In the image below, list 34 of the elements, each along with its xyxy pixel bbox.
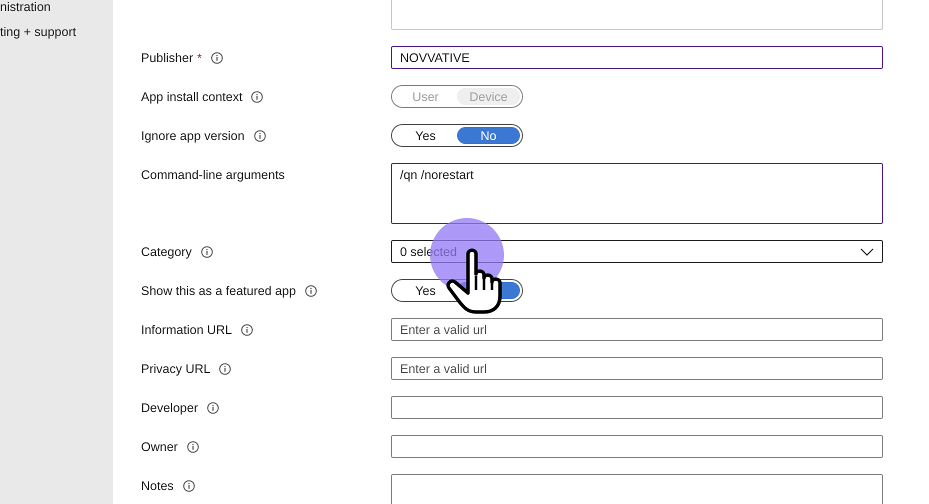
input-field[interactable]: Enter a valid url [391,357,883,380]
info-icon[interactable] [241,324,254,336]
sidebar-item[interactable]: ting + support [0,25,113,39]
info-icon[interactable] [200,246,213,258]
info-icon[interactable] [210,52,223,64]
field-label: Show this as a featured app [141,284,296,298]
sidebar-item[interactable]: nistration [0,0,113,14]
text-area[interactable]: /qn /norestart [391,163,883,224]
field-label: Developer [141,401,198,415]
info-icon[interactable] [254,130,266,142]
field-label: Owner [141,440,178,454]
required-mark: * [197,51,202,65]
toggle-option[interactable]: Yes [394,127,457,144]
info-icon[interactable] [219,363,232,375]
info-icon[interactable] [304,285,317,297]
field-label: Category [141,245,192,259]
chevron-down-icon [860,248,874,256]
input-field[interactable] [391,396,883,419]
toggle-option[interactable]: No [457,127,520,144]
field-label: Privacy URL [141,362,210,376]
field-label: Publisher [141,51,194,65]
info-icon[interactable] [206,402,219,414]
field-label: Notes [141,479,174,493]
field-label: Command-line arguments [141,168,285,182]
input-field[interactable] [391,435,883,458]
field-label: Ignore app version [141,129,245,143]
field-label: App install context [141,90,242,104]
info-icon[interactable] [186,441,199,453]
input-field[interactable]: Enter a valid url [391,318,883,341]
info-icon[interactable] [182,480,195,492]
toggle-switch[interactable]: Yes No [391,124,523,147]
text-area[interactable] [391,474,883,504]
field-label: Information URL [141,323,232,337]
input-field[interactable]: NOVVATIVE [391,46,883,69]
